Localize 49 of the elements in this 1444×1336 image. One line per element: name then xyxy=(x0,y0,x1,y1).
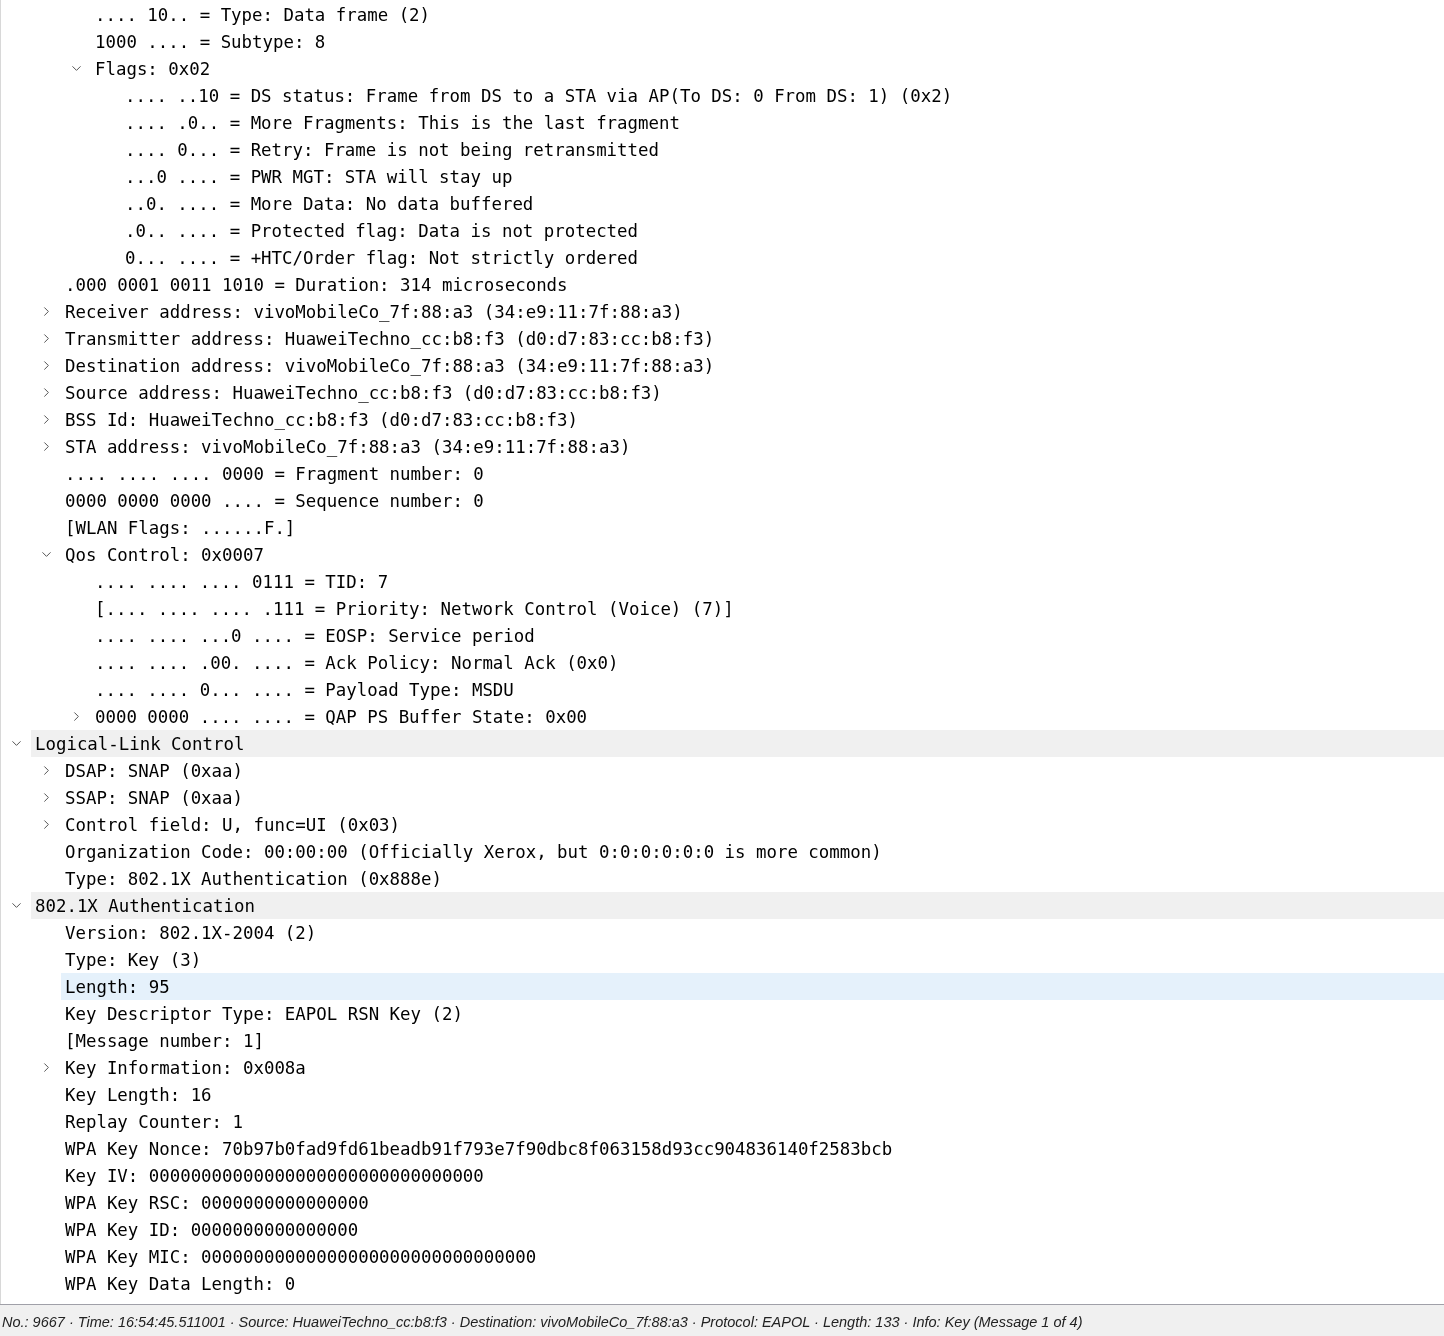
tree-item[interactable]: WPA Key MIC: 00000000000000000000000000000000 xyxy=(61,1243,1444,1270)
tree-item[interactable]: .0.. .... = Protected flag: Data is not protected xyxy=(121,217,1444,244)
tree-item[interactable]: .... .... .... 0000 = Fragment number: 0 xyxy=(61,460,1444,487)
tree-item[interactable]: Length: 95 xyxy=(61,973,1444,1000)
tree-item[interactable]: 0000 0000 0000 .... = Sequence number: 0 xyxy=(61,487,1444,514)
tree-item[interactable]: Key IV: 00000000000000000000000000000000 xyxy=(61,1162,1444,1189)
tree-item[interactable]: Receiver address: vivoMobileCo_7f:88:a3 (34:e9:11:7f:88:a3) xyxy=(61,298,1444,325)
tree-item[interactable]: WPA Key Nonce: 70b97b0fad9fd61beadb91f793e7f90dbc8f063158d93cc904836140f2583bcb xyxy=(61,1135,1444,1162)
tree-item[interactable]: .... .0.. = More Fragments: This is the last fragment xyxy=(121,109,1444,136)
tree-item[interactable]: Qos Control: 0x0007 xyxy=(61,541,1444,568)
tree-item[interactable]: .... .... ...0 .... = EOSP: Service period xyxy=(91,622,1444,649)
tree-item[interactable]: SSAP: SNAP (0xaa) xyxy=(61,784,1444,811)
tree-item[interactable]: 0... .... = +HTC/Order flag: Not strictly ordered xyxy=(121,244,1444,271)
tree-item[interactable]: ...0 .... = PWR MGT: STA will stay up xyxy=(121,163,1444,190)
tree-item[interactable]: BSS Id: HuaweiTechno_cc:b8:f3 (d0:d7:83:cc:b8:f3) xyxy=(61,406,1444,433)
tree-item[interactable]: .... .... .00. .... = Ack Policy: Normal Ack (0x0) xyxy=(91,649,1444,676)
tree-item[interactable]: Key Length: 16 xyxy=(61,1081,1444,1108)
tree-item[interactable]: Type: Key (3) xyxy=(61,946,1444,973)
tree-item[interactable]: Type: 802.1X Authentication (0x888e) xyxy=(61,865,1444,892)
tree-item[interactable]: ..0. .... = More Data: No data buffered xyxy=(121,190,1444,217)
tree-item[interactable]: [.... .... .... .111 = Priority: Network Control (Voice) (7)] xyxy=(91,595,1444,622)
tree-item[interactable]: 0000 0000 .... .... = QAP PS Buffer State: 0x00 xyxy=(91,703,1444,730)
tree-item[interactable]: Key Information: 0x008a xyxy=(61,1054,1444,1081)
tree-item[interactable]: .000 0001 0011 1010 = Duration: 314 microseconds xyxy=(61,271,1444,298)
tree-item[interactable]: Key Descriptor Type: EAPOL RSN Key (2) xyxy=(61,1000,1444,1027)
tree-item[interactable]: WPA Key ID: 0000000000000000 xyxy=(61,1216,1444,1243)
tree-item[interactable]: STA address: vivoMobileCo_7f:88:a3 (34:e9:11:7f:88:a3) xyxy=(61,433,1444,460)
tree-item[interactable]: Logical-Link Control xyxy=(31,730,1444,757)
tree-item[interactable]: .... 10.. = Type: Data frame (2) xyxy=(91,1,1444,28)
tree-item[interactable]: Transmitter address: HuaweiTechno_cc:b8:f3 (d0:d7:83:cc:b8:f3) xyxy=(61,325,1444,352)
tree-item[interactable]: WPA Key Data Length: 0 xyxy=(61,1270,1444,1297)
tree-item[interactable]: 1000 .... = Subtype: 8 xyxy=(91,28,1444,55)
tree-item[interactable]: .... .... 0... .... = Payload Type: MSDU xyxy=(91,676,1444,703)
tree-item[interactable]: WPA Key RSC: 0000000000000000 xyxy=(61,1189,1444,1216)
tree-item[interactable]: .... ..10 = DS status: Frame from DS to a STA via AP(To DS: 0 From DS: 1) (0x2) xyxy=(121,82,1444,109)
tree-item[interactable]: .... 0... = Retry: Frame is not being retransmitted xyxy=(121,136,1444,163)
tree-item[interactable]: Source address: HuaweiTechno_cc:b8:f3 (d0:d7:83:cc:b8:f3) xyxy=(61,379,1444,406)
tree-item[interactable]: Control field: U, func=UI (0x03) xyxy=(61,811,1444,838)
tree-item[interactable]: DSAP: SNAP (0xaa) xyxy=(61,757,1444,784)
tree-item[interactable]: Version: 802.1X-2004 (2) xyxy=(61,919,1444,946)
tree-item[interactable]: .... .... .... 0111 = TID: 7 xyxy=(91,568,1444,595)
tree-item[interactable]: Replay Counter: 1 xyxy=(61,1108,1444,1135)
tree-item[interactable]: 802.1X Authentication xyxy=(31,892,1444,919)
status-bar: No.: 9667 · Time: 16:54:45.511001 · Source: HuaweiTechno_cc:b8:f3 · Destination: vivoMobileCo_7f:88:a3 · Protocol: EAPOL · Length: 133 · Info: Key (Message 1 of 4) xyxy=(0,1304,1444,1336)
tree-item[interactable]: [WLAN Flags: ......F.] xyxy=(61,514,1444,541)
tree-item[interactable]: Organization Code: 00:00:00 (Officially Xerox, but 0:0:0:0:0:0 is more common) xyxy=(61,838,1444,865)
tree-item[interactable]: Flags: 0x02 xyxy=(91,55,1444,82)
tree-item[interactable]: [Message number: 1] xyxy=(61,1027,1444,1054)
tree-item[interactable]: Destination address: vivoMobileCo_7f:88:a3 (34:e9:11:7f:88:a3) xyxy=(61,352,1444,379)
